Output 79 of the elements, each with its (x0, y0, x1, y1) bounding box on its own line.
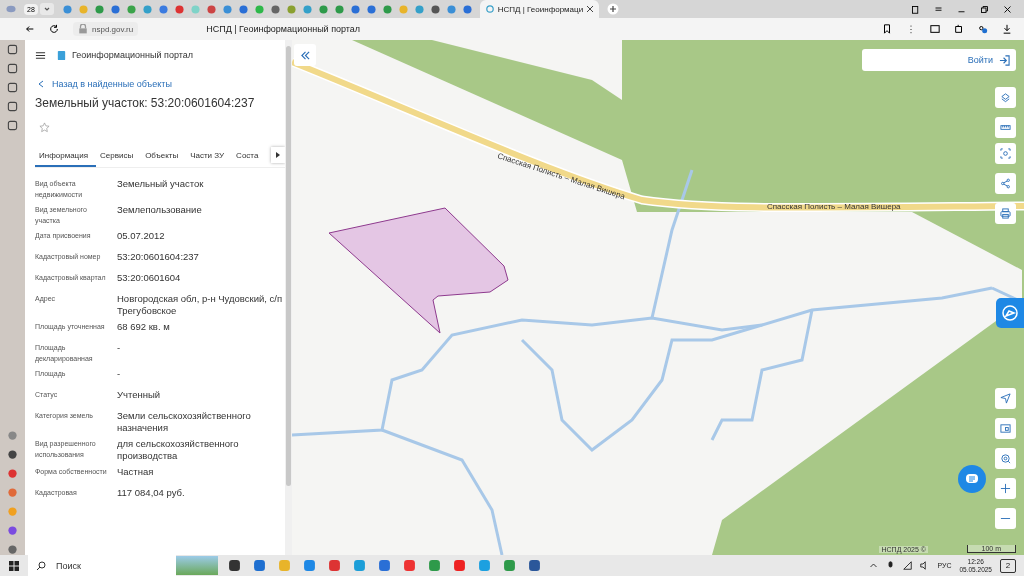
area-select-icon (1000, 148, 1011, 159)
page-title: НСПД | Геоинформационный портал (206, 24, 361, 34)
zoom-out-button[interactable] (995, 508, 1016, 529)
search-icon (36, 560, 46, 571)
info-tab[interactable]: Объекты (141, 145, 187, 167)
layers-button[interactable] (995, 87, 1016, 108)
chevron-left-icon (38, 80, 44, 88)
dropdown-icon[interactable] (39, 3, 54, 15)
ruler-icon (1000, 122, 1011, 133)
portal-title: Геоинформационный портал (72, 50, 193, 60)
tabs-scroll-button[interactable] (271, 147, 285, 163)
notifications-button[interactable]: 2 (1000, 558, 1016, 573)
reload-icon[interactable] (49, 24, 59, 34)
print-button[interactable] (995, 203, 1016, 224)
chevron-up-icon[interactable] (869, 561, 879, 570)
landscape-picture (176, 556, 218, 575)
zoom-in-icon (1000, 483, 1011, 494)
star-icon[interactable] (39, 122, 50, 133)
layers-icon (1000, 92, 1011, 103)
close-icon[interactable] (1003, 4, 1012, 14)
info-tab[interactable]: Соста (232, 145, 267, 167)
minimap-icon (1000, 423, 1011, 434)
minimap-button[interactable] (995, 418, 1016, 439)
field-value: 05.07.2012 (117, 230, 166, 243)
pointer-icon (1001, 304, 1019, 322)
field-value: 53:20:0601604 (117, 272, 182, 285)
chat-icon (965, 472, 979, 486)
navigation-arrow-button[interactable] (995, 388, 1016, 409)
location-search-icon (1000, 453, 1011, 464)
login-icon (999, 54, 1010, 66)
menu-icon[interactable] (35, 49, 46, 61)
navigation-arrow-icon (1000, 393, 1011, 404)
back-icon[interactable] (25, 24, 35, 34)
share-button[interactable] (995, 173, 1016, 194)
triangle-right-icon (275, 152, 281, 158)
field-value: Новгородская обл, р-н Чудовский, с/п Трегубовское (117, 293, 284, 317)
back-link[interactable]: Назад в найденные объекты (38, 74, 285, 94)
field-value: 53:20:0601604:237 (117, 251, 200, 264)
location-search-button[interactable] (995, 448, 1016, 469)
share-icon (1000, 178, 1011, 189)
field-value: 117 084,04 руб. (117, 487, 186, 500)
field-value: - (117, 342, 122, 355)
zoom-in-button[interactable] (995, 478, 1016, 499)
download-icon[interactable] (1002, 24, 1012, 34)
network-icon[interactable] (903, 561, 913, 570)
bookmark-icon[interactable] (882, 24, 892, 34)
close-tab-icon[interactable] (587, 6, 594, 12)
portal-logo-icon (56, 49, 67, 61)
field-value: Земли сельскохозяйственного назначения (117, 410, 252, 434)
road-label: Спасская Полисть – Малая Вишера (767, 202, 901, 211)
field-value: Частная (117, 466, 155, 479)
field-value: Учтенный (117, 389, 162, 402)
site-favicon-icon (485, 5, 494, 13)
collapse-panel-button[interactable] (294, 44, 316, 66)
object-heading: Земельный участок: 53:20:0601604:237 (35, 96, 256, 110)
scrollbar-thumb[interactable] (286, 46, 291, 486)
taskbar-search-field[interactable]: Поиск (28, 555, 176, 576)
address-bar[interactable]: nspd.gov.ru (73, 22, 139, 36)
field-value: для сельскохозяйственного производства (117, 438, 240, 462)
field-value: 68 692 кв. м (117, 321, 171, 334)
double-chevron-left-icon (300, 50, 310, 60)
print-icon (1000, 208, 1011, 219)
login-button[interactable]: Войти (862, 49, 1016, 71)
restore-icon[interactable] (980, 4, 989, 14)
new-tab-icon[interactable] (607, 3, 620, 15)
browser-tab[interactable]: НСПД | Геоинформаци (479, 0, 600, 18)
field-value: Землепользование (117, 204, 203, 217)
chat-button[interactable] (958, 465, 986, 493)
field-value: Земельный участок (117, 178, 205, 191)
microphone-icon[interactable] (886, 561, 896, 570)
ruler-button[interactable] (995, 117, 1016, 138)
field-value: - (117, 368, 122, 381)
start-icon[interactable] (8, 559, 20, 572)
info-tab[interactable]: Сервисы (96, 145, 142, 167)
info-tab[interactable]: Части ЗУ (186, 145, 233, 167)
menu-icon[interactable] (934, 4, 943, 14)
area-select-button[interactable] (995, 143, 1016, 164)
feedback-tab[interactable] (996, 298, 1024, 328)
info-tab[interactable]: Информация (35, 145, 96, 167)
